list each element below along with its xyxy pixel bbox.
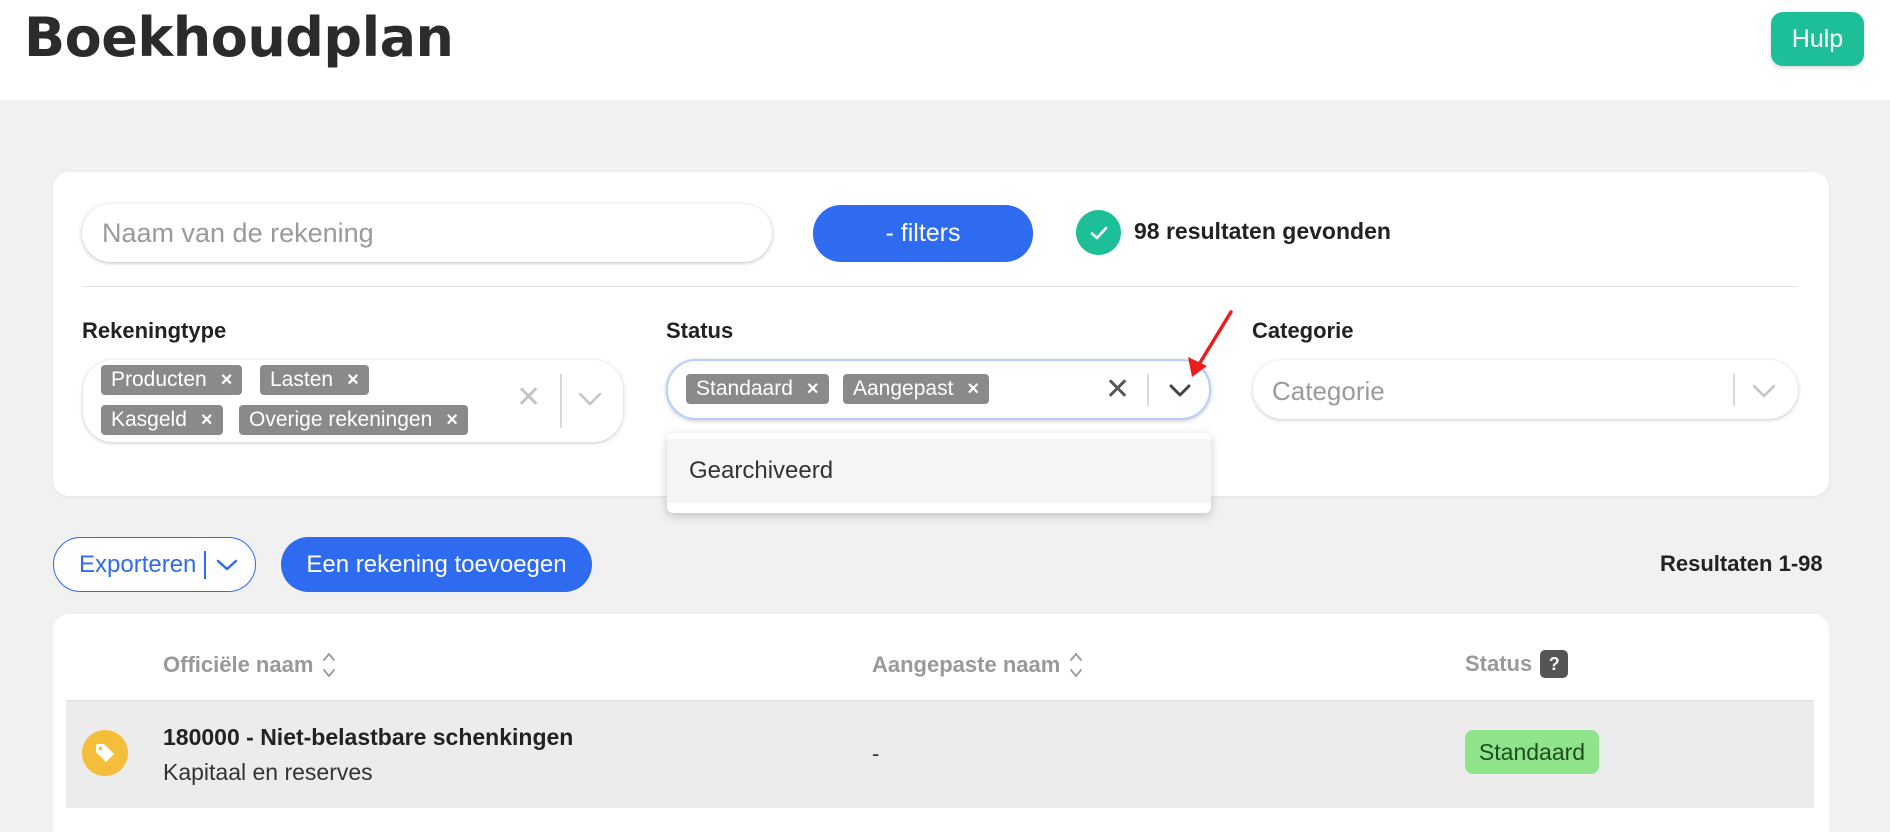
status-dropdown-menu: Gearchiveerd — [667, 433, 1211, 513]
sort-icon[interactable] — [321, 650, 337, 680]
remove-chip-icon[interactable]: × — [967, 378, 979, 401]
status-label: Status — [666, 318, 734, 343]
chip-standaard: Standaard × — [686, 374, 829, 404]
remove-chip-icon[interactable]: × — [201, 409, 213, 432]
results-range: Resultaten 1-98 — [1660, 551, 1823, 576]
chip-overige-rekeningen: Overige rekeningen × — [239, 405, 468, 435]
clear-icon[interactable]: ✕ — [1105, 372, 1130, 407]
chip-lasten: Lasten × — [260, 365, 369, 395]
chip-producten: Producten × — [101, 365, 243, 395]
category-placeholder: Categorie — [1272, 376, 1385, 406]
chevron-down-icon[interactable] — [1167, 382, 1193, 405]
column-status: Status ? — [1465, 650, 1569, 678]
add-account-button[interactable]: Een rekening toevoegen — [281, 537, 592, 592]
account-category: Kapitaal en reserves — [163, 759, 373, 785]
toggle-filters-button[interactable]: - filters — [813, 205, 1033, 262]
account-custom-name: - — [872, 741, 880, 766]
remove-chip-icon[interactable]: × — [807, 378, 819, 401]
select-separator — [560, 374, 562, 428]
status-badge: Standaard — [1465, 730, 1599, 774]
chevron-down-icon[interactable] — [216, 558, 238, 572]
sort-icon[interactable] — [1068, 650, 1084, 680]
column-custom-name[interactable]: Aangepaste naam — [872, 650, 1084, 680]
help-icon[interactable]: ? — [1540, 650, 1569, 678]
select-separator — [1733, 374, 1735, 406]
remove-chip-icon[interactable]: × — [221, 369, 233, 392]
select-separator — [1147, 374, 1149, 406]
remove-chip-icon[interactable]: × — [446, 409, 458, 432]
export-button[interactable]: Exporteren — [53, 537, 256, 592]
dropdown-option-gearchiveerd[interactable]: Gearchiveerd — [667, 439, 1211, 503]
search-input[interactable] — [82, 204, 772, 262]
tag-icon — [82, 730, 128, 776]
column-official-name[interactable]: Officiële naam — [163, 650, 337, 680]
remove-chip-icon[interactable]: × — [347, 369, 359, 392]
account-type-label: Rekeningtype — [82, 318, 227, 343]
page-title: Boekhoudplan — [24, 6, 454, 69]
account-official-name: 180000 - Niet-belastbare schenkingen — [163, 724, 574, 750]
chip-aangepast: Aangepast × — [843, 374, 990, 404]
divider — [82, 286, 1798, 287]
results-count: 98 resultaten gevonden — [1134, 218, 1391, 244]
help-button[interactable]: Hulp — [1771, 12, 1864, 66]
chevron-down-icon[interactable] — [1751, 382, 1777, 405]
chevron-down-icon[interactable] — [577, 390, 603, 413]
category-label: Categorie — [1252, 318, 1354, 343]
clear-icon[interactable]: ✕ — [516, 380, 541, 415]
chip-kasgeld: Kasgeld × — [101, 405, 223, 435]
check-icon — [1076, 210, 1121, 255]
